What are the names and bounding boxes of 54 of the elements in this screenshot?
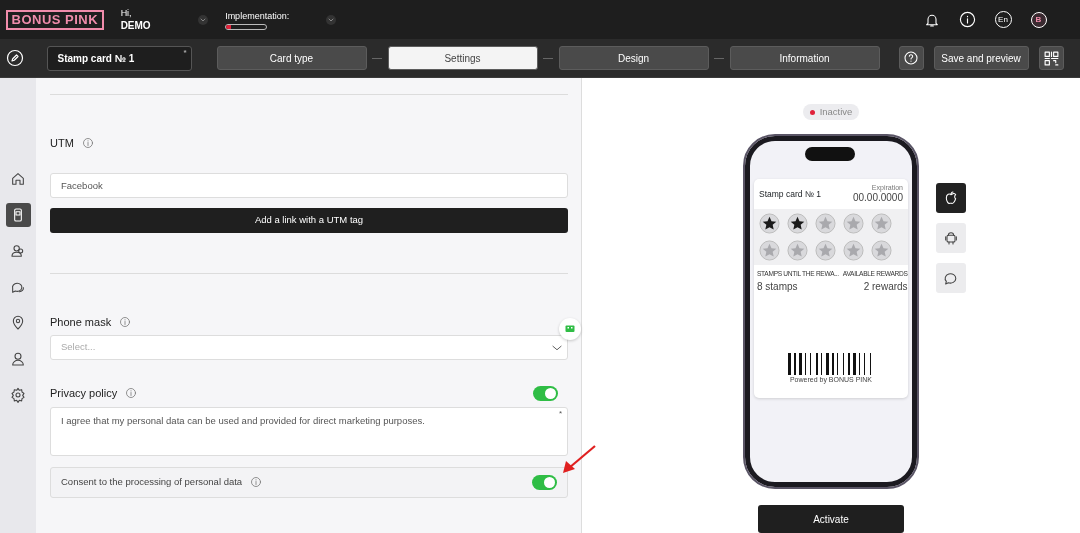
stat-value: 8 stamps xyxy=(757,280,799,295)
field-label: UTM xyxy=(50,136,74,151)
qr-code-button[interactable] xyxy=(1038,46,1064,70)
info-icon xyxy=(958,11,976,28)
text-area[interactable]: I agree that my personal data can be used and provided for direct marketing purposes. * xyxy=(50,406,568,456)
card-title: Stamp card № 1 xyxy=(759,187,822,201)
chevron-down-icon xyxy=(325,13,338,26)
toggle-switch[interactable] xyxy=(533,385,558,401)
pencil-icon xyxy=(5,49,24,67)
field-label: Privacy policy xyxy=(50,386,118,401)
qr-code-icon xyxy=(1042,49,1060,67)
info-icon xyxy=(81,137,94,150)
info-icon xyxy=(119,315,132,328)
field-label: Phone mask xyxy=(50,314,112,330)
user-icon xyxy=(10,351,26,367)
step-tab[interactable]: Design xyxy=(558,46,709,70)
camera-notch xyxy=(805,147,855,162)
save-and-preview-button[interactable]: Save and preview xyxy=(933,46,1029,70)
logo[interactable]: BONUS PINK xyxy=(5,9,105,30)
user-name: DEMO xyxy=(120,18,152,32)
widget-icon xyxy=(564,323,576,335)
help-button[interactable] xyxy=(898,46,924,70)
platform-button[interactable] xyxy=(936,183,966,213)
expiration-date: 00.00.0000 xyxy=(852,192,903,205)
info-icon xyxy=(125,387,138,400)
add-utm-link-button[interactable]: Add a link with a UTM tag xyxy=(50,207,568,233)
input-field[interactable]: Facebook xyxy=(50,172,568,198)
home-icon xyxy=(10,171,26,187)
consent-label: Consent to the processing of personal data xyxy=(61,474,243,489)
info-icon xyxy=(250,476,263,488)
placeholder: Select... xyxy=(61,340,96,355)
avatar[interactable]: B xyxy=(1030,11,1047,28)
sidebar-item[interactable] xyxy=(5,203,31,227)
help-icon xyxy=(903,50,919,66)
step-tab[interactable]: Card type xyxy=(216,46,367,70)
activate-button[interactable]: Activate xyxy=(758,505,904,533)
annotation-arrow xyxy=(561,444,597,474)
required-mark: * xyxy=(558,408,562,418)
settings-icon xyxy=(10,387,26,403)
users-icon xyxy=(10,243,26,259)
step-tab[interactable]: Information xyxy=(729,46,880,70)
toggle-switch[interactable] xyxy=(532,474,557,490)
implementation-label: Implementation: xyxy=(225,9,290,22)
android-icon xyxy=(943,230,959,246)
card-name-field[interactable]: Stamp card № 1 * xyxy=(46,45,192,71)
speech-bubble-icon xyxy=(943,270,959,286)
greeting: Hi, xyxy=(120,7,133,19)
apple-icon xyxy=(943,190,959,206)
stat-value: 2 rewards xyxy=(863,280,908,295)
required-mark: * xyxy=(183,47,187,57)
status-badge: Inactive xyxy=(802,104,860,121)
step-tab[interactable]: Settings xyxy=(387,46,538,70)
location-pin-icon xyxy=(10,315,26,331)
chevron-down-icon xyxy=(196,13,209,26)
